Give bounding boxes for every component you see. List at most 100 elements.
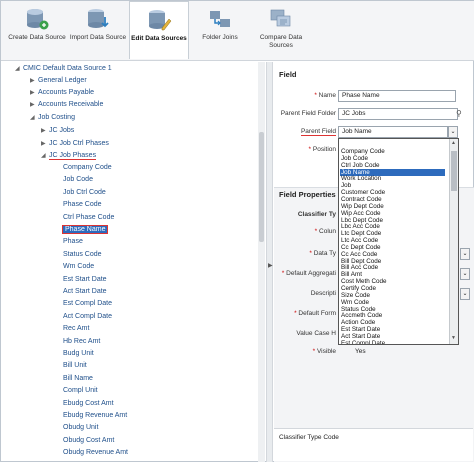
compare-data-sources-button[interactable]: Compare Data Sources (251, 1, 311, 59)
tree-leaf-label: Compl Unit (63, 387, 98, 395)
expand-icon[interactable]: ▶ (30, 99, 38, 111)
tree-leaf-item[interactable]: Est Compl Date (63, 298, 112, 310)
tree-leaf-item[interactable]: Obudg Revenue Amt (63, 447, 128, 459)
tree-leaf-item[interactable]: Wm Code (63, 261, 94, 273)
classifier-type-code-box: Classifier Type Code (274, 428, 473, 461)
tree-leaf-item[interactable]: Act Compl Date (63, 311, 112, 323)
tree-root[interactable]: ◢ CMIC Default Data Source 1 (15, 63, 112, 75)
tree-leaf-label: Hb Rec Amt (63, 337, 101, 345)
tree-leaf-item[interactable]: Budg Unit (63, 348, 94, 360)
parent-field-folder-field[interactable]: JC Jobs (338, 108, 458, 120)
tree-leaf-item[interactable]: Ebudg Cost Amt (63, 398, 114, 410)
data-source-tree: ◢ CMIC Default Data Source 1 ▶ General Led… (1, 62, 266, 462)
expand-icon[interactable]: ▶ (41, 138, 49, 150)
tree-folder-label: Accounts Receivable (38, 101, 104, 108)
default-aggregation-label: * Default Aggregati (281, 270, 336, 277)
collapse-icon[interactable]: ◢ (41, 150, 49, 162)
folder-joins-button[interactable]: Folder Joins (190, 1, 250, 59)
tree-folder-label: JC Jobs (49, 127, 75, 134)
expand-icon[interactable]: ▶ (41, 125, 49, 137)
tree-leaf-item[interactable]: Ctrl Phase Code (63, 212, 114, 224)
tree-leaf-label: Ebudg Revenue Amt (63, 412, 128, 419)
tree-leaf-item[interactable]: Est Start Date (63, 274, 107, 286)
field-section-title: Field (279, 70, 297, 79)
chevron-down-icon[interactable]: ⌄ (460, 248, 470, 260)
parent-field-select[interactable]: Job Name (338, 126, 448, 138)
tree-leaf-label: Ebudg Cost Amt (63, 399, 114, 407)
tree-leaf-label: Phase Code (63, 201, 102, 209)
name-field[interactable]: Phase Name (338, 90, 456, 102)
tree-leaf-item[interactable]: Compl Unit (63, 385, 98, 397)
tree-leaf-item[interactable]: Phase Code (63, 199, 102, 211)
parent-field-dropdown-list[interactable]: Company Code Job Code Ctrl Job Code Job Nam… (338, 138, 459, 345)
tree-leaf-label: Wm Code (63, 263, 95, 271)
scroll-up-icon[interactable]: ▲ (451, 140, 456, 146)
tree-leaf-item[interactable]: Obudg Unit (63, 422, 98, 434)
tree-leaf-label: Obudg Revenue Amt (63, 449, 128, 457)
tree-leaf-item[interactable]: Obudg Cost Amt (63, 435, 114, 447)
tree-root-label: CMIC Default Data Source 1 (23, 65, 112, 72)
tree-leaf-item[interactable]: Job Ctrl Code (63, 187, 106, 199)
tree-leaf-item[interactable]: Status Code (63, 249, 102, 261)
tree-leaf-item[interactable]: Job Code (63, 174, 93, 186)
tree-folder-jc-job-ctrl-phases[interactable]: ▶ JC Job Ctrl Phases (41, 138, 109, 150)
tree-scrollbar[interactable] (258, 62, 265, 462)
folder-joins-icon (210, 11, 230, 27)
classifier-type-label: Classifier Ty (297, 211, 336, 218)
chevron-down-icon[interactable]: ⌄ (460, 268, 470, 280)
dropdown-scrollbar[interactable]: ▲ ▼ (449, 139, 458, 344)
create-data-source-label: Create Data Source (8, 34, 66, 41)
tree-leaf-label: Act Compl Date (63, 312, 113, 320)
value-case-label: Value Case H (296, 330, 336, 337)
default-format-label: * Default Form (294, 310, 336, 317)
tree-folder-jc-jobs[interactable]: ▶ JC Jobs (41, 125, 74, 137)
tree-leaf-label: Est Compl Date (63, 300, 113, 308)
tree-folder-general-ledger[interactable]: ▶ General Ledger (30, 75, 87, 87)
tree-scrollbar-thumb[interactable] (259, 132, 264, 242)
database-create-icon (27, 9, 49, 30)
tree-folder-label: General Ledger (38, 77, 87, 84)
tree-leaf-item[interactable]: Bill Name (63, 373, 93, 385)
create-data-source-button[interactable]: Create Data Source (7, 1, 67, 59)
tree-leaf-label: Status Code (63, 250, 102, 258)
chevron-down-icon[interactable]: ⌄ (460, 288, 470, 300)
visible-label: * Visible (312, 348, 336, 355)
splitter-arrow-icon[interactable]: ▶ (268, 262, 273, 269)
visible-value[interactable]: Yes (355, 348, 366, 355)
tree-leaf-item[interactable]: Bill Unit (63, 360, 87, 372)
expand-icon[interactable]: ▶ (30, 75, 38, 87)
tree-leaf-item[interactable]: Phase Name (61, 224, 109, 236)
tree-folder-label: JC Job Phases (49, 152, 97, 160)
tree-leaf-item[interactable]: Act Start Date (63, 286, 107, 298)
dropdown-scrollbar-thumb[interactable] (451, 151, 457, 191)
tree-leaf-label: Ctrl Phase Code (63, 213, 115, 221)
tree-leaf-item[interactable]: Ebudg Revenue Amt (63, 410, 127, 422)
tree-folder-jc-job-phases[interactable]: ◢ JC Job Phases (41, 150, 97, 162)
tree-folder-job-costing[interactable]: ◢ Job Costing (30, 112, 75, 124)
tree-folder-accounts-receivable[interactable]: ▶ Accounts Receivable (30, 99, 103, 111)
import-data-source-label: Import Data Source (69, 34, 127, 41)
folder-joins-label: Folder Joins (202, 34, 238, 41)
tree-leaf-label: Bill Unit (63, 362, 87, 370)
tree-folder-accounts-payable[interactable]: ▶ Accounts Payable (30, 87, 94, 99)
tree-leaf-item[interactable]: Phase (63, 236, 83, 248)
tree-leaf-item[interactable]: Hb Rec Amt (63, 336, 100, 348)
collapse-icon[interactable]: ◢ (30, 112, 38, 124)
panel-splitter[interactable]: ▶ (266, 62, 273, 462)
collapse-icon[interactable]: ◢ (15, 63, 23, 75)
compare-icon (270, 9, 291, 27)
edit-data-sources-button[interactable]: Edit Data Sources (129, 1, 189, 59)
compare-data-sources-label: Compare Data Sources (259, 34, 303, 49)
chevron-down-icon[interactable]: ⌄ (448, 126, 458, 138)
tree-leaf-label: Budg Unit (63, 350, 94, 357)
import-data-source-button[interactable]: Import Data Source (68, 1, 128, 59)
tree-leaf-label: Phase (63, 238, 83, 246)
tree-leaf-item[interactable]: Company Code (63, 162, 112, 174)
parent-field-label: Parent Field (300, 128, 336, 136)
dropdown-option[interactable]: Est Compl Date (341, 340, 385, 344)
scroll-down-icon[interactable]: ▼ (451, 335, 456, 341)
expand-icon[interactable]: ▶ (30, 87, 38, 99)
tree-leaf-item[interactable]: Rec Amt (63, 323, 89, 335)
search-icon[interactable]: ⚲ (456, 109, 462, 118)
name-label: * Name (314, 92, 336, 99)
